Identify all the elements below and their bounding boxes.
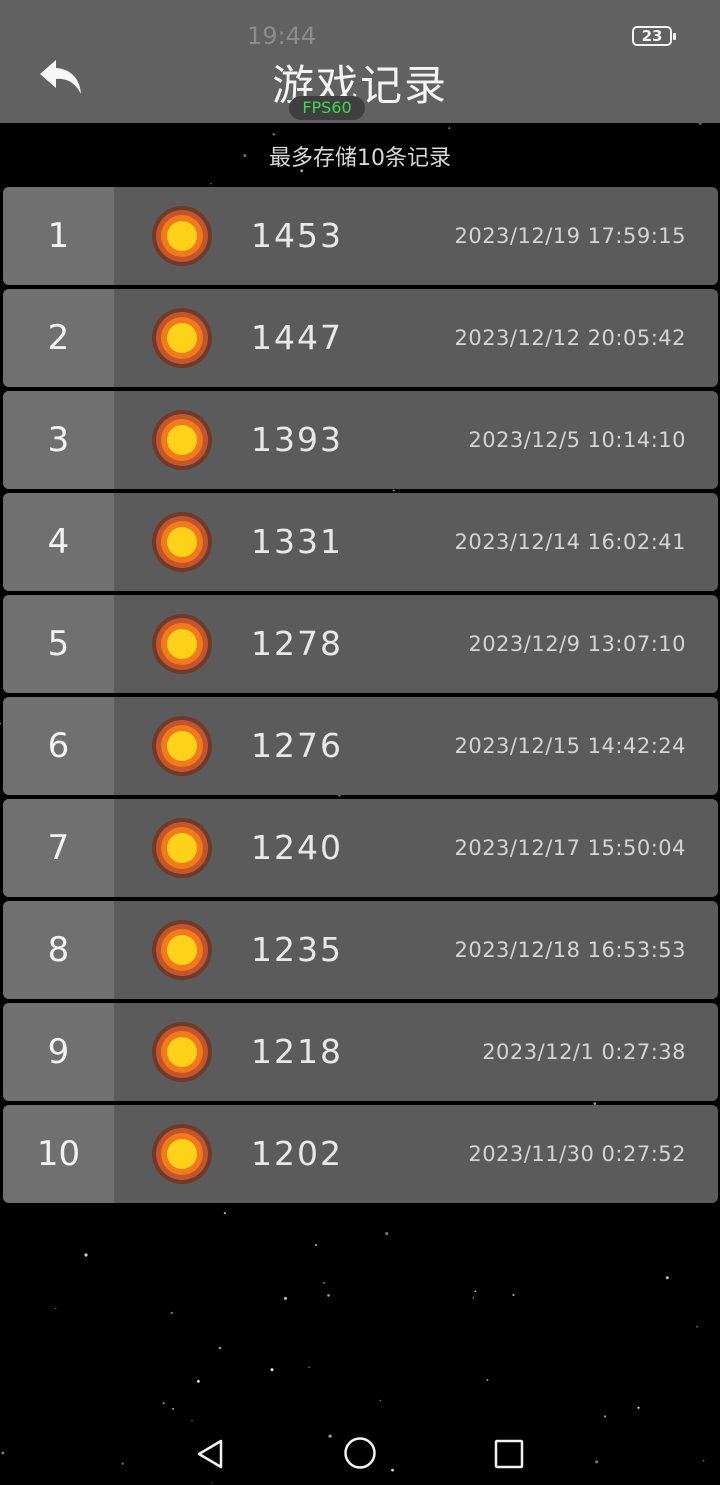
score-value: 1393	[251, 420, 343, 459]
star-dot	[486, 1379, 489, 1381]
rank-number: 3	[3, 391, 114, 489]
sun-icon	[152, 308, 212, 368]
record-date: 2023/12/19 17:59:15	[454, 224, 686, 248]
record-date: 2023/12/12 20:05:42	[454, 326, 686, 350]
record-date: 2023/12/14 16:02:41	[454, 530, 686, 554]
rank-number: 7	[3, 799, 114, 897]
star-dot	[696, 1325, 698, 1328]
storage-note: 最多存储10条记录	[269, 146, 451, 171]
score-value: 1331	[251, 522, 343, 561]
rank-number: 1	[3, 187, 114, 285]
star-dot	[0, 722, 2, 725]
star-dot	[197, 1380, 200, 1383]
square-recents-icon[interactable]	[494, 1439, 524, 1469]
rank-number: 5	[3, 595, 114, 693]
record-row: 4 1331 2023/12/14 16:02:41	[3, 493, 718, 591]
star-dot	[162, 1402, 165, 1405]
sun-icon	[152, 1124, 212, 1184]
record-date: 2023/12/18 16:53:53	[454, 938, 686, 962]
record-date: 2023/12/5 10:14:10	[468, 428, 686, 452]
score-value: 1202	[251, 1134, 343, 1173]
star-dot	[379, 1399, 381, 1402]
sun-icon	[152, 716, 212, 776]
rank-number: 9	[3, 1003, 114, 1101]
score-value: 1235	[251, 930, 343, 969]
sun-icon	[152, 512, 212, 572]
circle-home-icon[interactable]	[343, 1436, 377, 1470]
score-value: 1218	[251, 1032, 343, 1071]
sun-icon	[152, 1022, 212, 1082]
star-dot	[54, 1307, 57, 1310]
record-date: 2023/12/17 15:50:04	[454, 836, 686, 860]
record-row: 7 1240 2023/12/17 15:50:04	[3, 799, 718, 897]
star-dot	[172, 1407, 174, 1410]
system-nav-bar	[0, 1420, 720, 1485]
sun-icon	[152, 206, 212, 266]
record-date: 2023/12/15 14:42:24	[454, 734, 686, 758]
star-dot	[637, 1406, 640, 1409]
score-value: 1453	[251, 216, 343, 255]
status-time: 19:44	[247, 22, 317, 50]
rank-number: 4	[3, 493, 114, 591]
star-dot	[272, 133, 275, 136]
score-value: 1278	[251, 624, 343, 663]
star-dot	[308, 1366, 311, 1368]
star-dot	[472, 1297, 475, 1299]
rank-number: 6	[3, 697, 114, 795]
record-date: 2023/11/30 0:27:52	[468, 1142, 686, 1166]
rank-number: 2	[3, 289, 114, 387]
sun-icon	[152, 614, 212, 674]
record-row: 3 1393 2023/12/5 10:14:10	[3, 391, 718, 489]
battery-indicator: 23	[632, 26, 676, 46]
star-dot	[474, 1290, 477, 1293]
star-dot	[603, 1415, 607, 1418]
record-date: 2023/12/9 13:07:10	[468, 632, 686, 656]
score-value: 1447	[251, 318, 343, 357]
star-dot	[385, 1231, 389, 1236]
star-dot	[210, 182, 212, 185]
score-value: 1276	[251, 726, 343, 765]
record-row: 2 1447 2023/12/12 20:05:42	[3, 289, 718, 387]
star-dot	[327, 1294, 330, 1297]
star-dot	[218, 1346, 222, 1350]
record-row: 10 1202 2023/11/30 0:27:52	[3, 1105, 718, 1203]
star-dot	[314, 1243, 318, 1247]
star-dot	[284, 1296, 287, 1300]
star-dot	[665, 1276, 669, 1280]
record-row: 1 1453 2023/12/19 17:59:15	[3, 187, 718, 285]
record-row: 5 1278 2023/12/9 13:07:10	[3, 595, 718, 693]
star-dot	[448, 127, 451, 130]
star-dot	[223, 1211, 227, 1215]
star-dot	[270, 1368, 274, 1372]
fps-badge: FPS60	[289, 96, 365, 120]
record-list: 1 1453 2023/12/19 17:59:15 2 1447 2023/1…	[3, 187, 718, 1207]
sun-icon	[152, 410, 212, 470]
rank-number: 8	[3, 901, 114, 999]
star-dot	[322, 1281, 326, 1285]
record-row: 9 1218 2023/12/1 0:27:38	[3, 1003, 718, 1101]
app-header: 19:44 23 游戏记录 FPS60	[0, 0, 720, 123]
record-row: 8 1235 2023/12/18 16:53:53	[3, 901, 718, 999]
star-dot	[170, 1311, 173, 1315]
score-value: 1240	[251, 828, 343, 867]
rank-number: 10	[3, 1105, 114, 1203]
record-row: 6 1276 2023/12/15 14:42:24	[3, 697, 718, 795]
triangle-back-icon[interactable]	[195, 1438, 225, 1470]
record-date: 2023/12/1 0:27:38	[482, 1040, 686, 1064]
sun-icon	[152, 818, 212, 878]
star-dot	[84, 1253, 88, 1257]
sun-icon	[152, 920, 212, 980]
star-dot	[512, 1293, 515, 1297]
